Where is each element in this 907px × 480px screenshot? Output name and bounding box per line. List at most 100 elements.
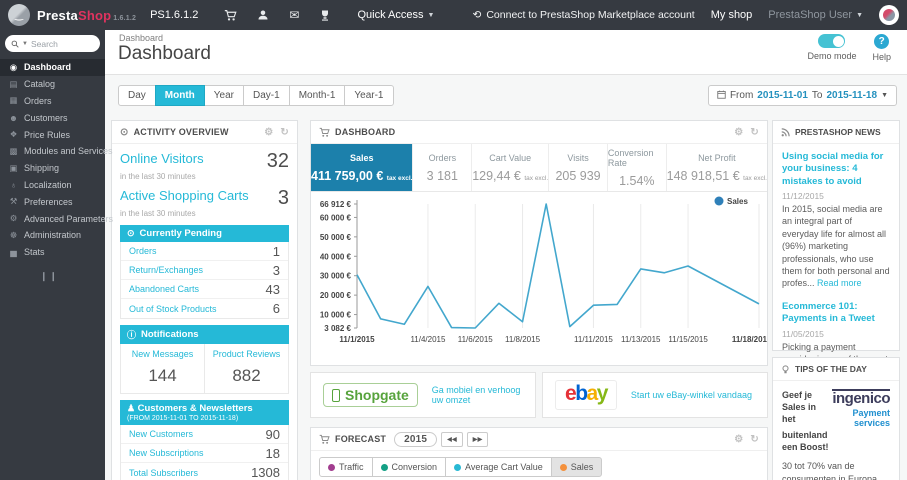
svg-text:50 000 €: 50 000 € <box>320 233 352 242</box>
date-range-picker[interactable]: From 2015-11-01 To 2015-11-18 ▼ <box>707 85 897 106</box>
new-customers-link[interactable]: New Customers <box>129 429 193 439</box>
dashboard-panel-title: DASHBOARD <box>335 127 396 137</box>
kpi-cart-value-tab[interactable]: Cart Value 129,44 € tax excl. <box>472 144 550 191</box>
news-article-date: 11/12/2015 <box>782 191 824 202</box>
gear-icon[interactable]: ⚙ <box>264 127 273 138</box>
sidebar-item-dashboard[interactable]: ◉ Dashboard <box>0 59 105 76</box>
marketplace-link[interactable]: ⟲ Connect to PrestaShop Marketplace accou… <box>473 9 695 21</box>
my-shop-link[interactable]: My shop <box>711 9 753 21</box>
user-menu[interactable]: PrestaShop User ▼ <box>768 9 863 21</box>
sales-toggle[interactable]: Sales <box>550 457 603 477</box>
out-of-stock-link[interactable]: Out of Stock Products <box>129 304 217 314</box>
news-article-title[interactable]: Ecommerce 101: Payments in a Tweet <box>782 301 890 326</box>
person-icon[interactable] <box>257 9 269 21</box>
conversion-toggle[interactable]: Conversion <box>371 457 447 477</box>
average-cart-value-toggle[interactable]: Average Cart Value <box>445 457 552 477</box>
new-subscriptions-link[interactable]: New Subscriptions <box>129 448 204 458</box>
forecast-panel: FORECAST 2015 ◀◀ ▶▶ ⚙ ↻ Traffic Conversio… <box>310 427 768 480</box>
pending-row: Abandoned Carts 43 <box>121 280 288 299</box>
cart-icon[interactable] <box>224 9 237 22</box>
trophy-icon[interactable] <box>319 9 331 21</box>
search-input[interactable] <box>30 38 85 49</box>
next-year-button[interactable]: ▶▶ <box>466 431 489 447</box>
shopgate-ad-card: Shopgate Ga mobiel en verhoog uw omzet <box>310 372 536 418</box>
ebay-ad-card: ebay Start uw eBay-winkel vandaag <box>542 372 768 418</box>
sidebar-item-customers[interactable]: ☻ Customers <box>0 109 105 126</box>
quick-access-menu[interactable]: Quick Access ▼ <box>357 9 434 21</box>
read-more-link[interactable]: Read more <box>817 278 862 288</box>
forecast-panel-title: FORECAST <box>335 434 387 444</box>
ebay-ad-link[interactable]: Start uw eBay-winkel vandaag <box>631 390 752 400</box>
collapse-menu-icon[interactable]: ❙❙ <box>0 261 105 282</box>
sidebar-search[interactable]: ▼ <box>5 35 100 52</box>
info-icon: ⓘ <box>127 330 137 340</box>
returns-link[interactable]: Return/Exchanges <box>129 265 203 275</box>
traffic-dot-icon <box>328 463 335 471</box>
news-article-title[interactable]: Using social media for your business: 4 … <box>782 151 890 188</box>
sales-chart: 3 082 € 10 000 € 20 000 € 30 000 € 40 000 € 5… <box>320 196 768 344</box>
user-avatar[interactable] <box>879 5 899 25</box>
sidebar-item-catalog[interactable]: ▤ Catalog <box>0 76 105 93</box>
previous-year-button[interactable]: ◀◀ <box>441 431 463 447</box>
cart-icon <box>319 127 330 138</box>
demo-mode-toggle[interactable] <box>818 34 846 48</box>
notifications-header: ⓘ Notifications <box>120 325 289 344</box>
online-visitors-link[interactable]: Online Visitors <box>120 151 204 166</box>
news-article-date: 11/05/2015 <box>782 328 824 339</box>
traffic-toggle[interactable]: Traffic <box>319 457 373 477</box>
refresh-icon[interactable]: ↻ <box>280 127 289 138</box>
phone-icon <box>332 388 340 402</box>
gear-icon[interactable]: ⚙ <box>734 127 743 138</box>
help-icon[interactable]: ? <box>874 34 890 49</box>
abandoned-carts-link[interactable]: Abandoned Carts <box>129 284 199 294</box>
refresh-icon[interactable]: ↻ <box>750 434 759 445</box>
help-control[interactable]: ? Help <box>872 34 891 62</box>
kpi-conversion-rate-tab[interactable]: Conversion Rate 1.54% <box>607 144 667 191</box>
currently-pending-header: ⊙ Currently Pending <box>120 225 289 242</box>
caret-down-icon: ▼ <box>22 40 28 47</box>
active-carts-sub: in the last 30 minutes <box>120 209 196 218</box>
total-subscribers-link[interactable]: Total Subscribers <box>129 468 198 478</box>
range-year-button[interactable]: Year <box>203 85 245 106</box>
shopgate-logo[interactable]: Shopgate <box>323 383 418 407</box>
envelope-icon[interactable]: ✉ <box>289 9 299 21</box>
kpi-visits-tab[interactable]: Visits 205 939 <box>549 144 608 191</box>
sidebar-item-localization[interactable]: ♁ Localization <box>0 177 105 194</box>
page-title: Dashboard <box>118 43 211 64</box>
demo-mode-label: Demo mode <box>807 51 857 61</box>
sidebar-item-administration[interactable]: ☸ Administration <box>0 227 105 244</box>
range-month-1-button[interactable]: Month-1 <box>288 85 346 106</box>
clock-icon: ⊙ <box>120 126 129 138</box>
svg-text:60 000 €: 60 000 € <box>320 213 352 222</box>
activity-overview-title: ACTIVITY OVERVIEW <box>133 127 229 137</box>
range-day-1-button[interactable]: Day-1 <box>243 85 290 106</box>
cart-icon <box>319 434 330 445</box>
date-range-buttons: Day Month Year Day-1 Month-1 Year-1 <box>118 85 394 106</box>
forecast-year: 2015 <box>394 431 438 447</box>
new-messages-cell[interactable]: New Messages 144 <box>121 344 204 393</box>
product-reviews-cell[interactable]: Product Reviews 882 <box>204 344 288 393</box>
range-day-button[interactable]: Day <box>118 85 156 106</box>
range-month-button[interactable]: Month <box>154 85 205 106</box>
kpi-net-profit-tab[interactable]: Net Profit 148 918,51 € tax excl. <box>666 144 767 191</box>
sidebar-item-modules-and-services[interactable]: ▩ Modules and Services <box>0 143 112 160</box>
gear-icon[interactable]: ⚙ <box>734 434 743 445</box>
sidebar-item-shipping[interactable]: ▣ Shipping <box>0 160 105 177</box>
sidebar-item-preferences[interactable]: ⚒ Preferences <box>0 193 105 210</box>
kpi-orders-tab[interactable]: Orders 3 181 <box>413 144 473 191</box>
shopgate-ad-link[interactable]: Ga mobiel en verhoog uw omzet <box>432 385 523 405</box>
ebay-logo[interactable]: ebay <box>555 380 617 410</box>
kpi-sales-tab[interactable]: Sales 411 759,00 € tax excl. <box>311 144 414 191</box>
sidebar-item-orders[interactable]: ▦ Orders <box>0 93 105 110</box>
sidebar-item-price-rules[interactable]: ❖ Price Rules <box>0 126 105 143</box>
book-icon: ▤ <box>9 78 18 89</box>
refresh-icon[interactable]: ↻ <box>750 127 759 138</box>
sidebar-item-stats[interactable]: ▅ Stats <box>0 244 105 261</box>
tag-icon: ❖ <box>9 129 18 140</box>
active-carts-link[interactable]: Active Shopping Carts <box>120 188 249 203</box>
sidebar-item-advanced-parameters[interactable]: ⚙ Advanced Parameters <box>0 210 113 227</box>
range-year-1-button[interactable]: Year-1 <box>344 85 394 106</box>
orders-link[interactable]: Orders <box>129 246 157 256</box>
activity-overview-panel: ⊙ ACTIVITY OVERVIEW ⚙ ↻ Online Visitors 32… <box>111 120 298 480</box>
pending-row: Return/Exchanges 3 <box>121 261 288 280</box>
